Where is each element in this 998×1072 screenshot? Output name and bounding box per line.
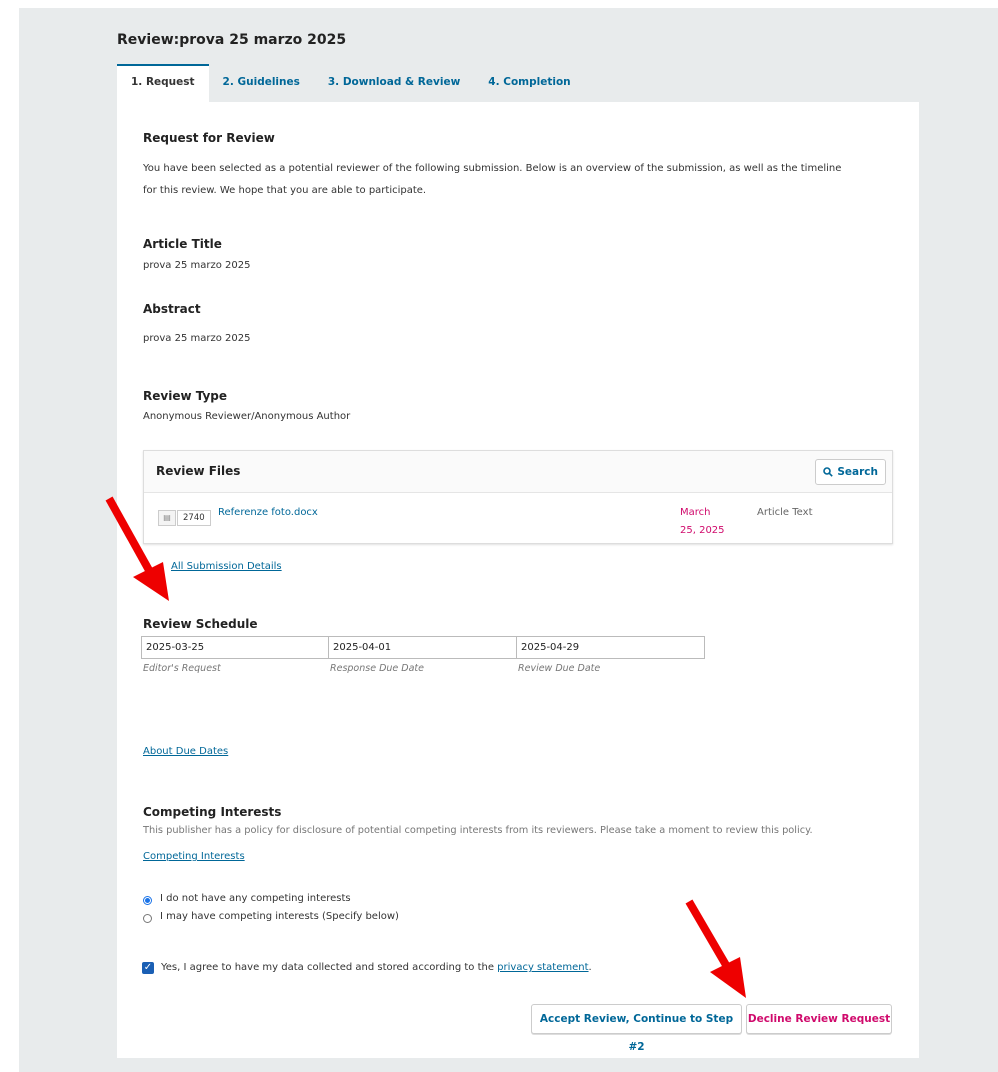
red-arrow-right-icon bbox=[685, 899, 746, 998]
red-arrow-left-icon bbox=[105, 496, 169, 601]
annotation-arrows bbox=[105, 496, 746, 998]
